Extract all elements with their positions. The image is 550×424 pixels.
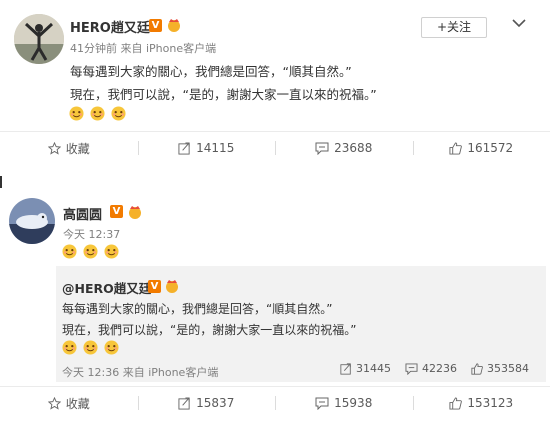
like-icon — [449, 141, 463, 155]
repost-button[interactable]: 15837 — [137, 387, 276, 419]
comment-button[interactable]: 23688 — [275, 132, 413, 164]
action-bar: 收藏 15837 15938 153123 — [0, 386, 550, 419]
repost-icon — [340, 362, 351, 375]
comment-icon — [315, 142, 329, 155]
favorite-label: 收藏 — [65, 396, 90, 411]
like-count: 161572 — [467, 141, 514, 155]
post-meta: 今天 12:37 — [63, 228, 121, 241]
avatar[interactable] — [9, 198, 55, 244]
favorite-button[interactable]: 收藏 — [0, 132, 138, 164]
emoji-face-icon — [83, 340, 98, 355]
quoted-post[interactable]: @HERO趙又廷 V 每每遇到大家的關心，我們總是回答，“順其自然。” 現在，我… — [56, 266, 546, 382]
star-icon — [47, 141, 61, 155]
emoji-row — [62, 340, 120, 359]
action-bar: 收藏 14115 23688 161572 — [0, 131, 550, 164]
emoji-face-icon — [104, 340, 119, 355]
quoted-text-line-2: 現在，我們可以說，“是的，謝謝大家一直以來的祝福。” — [62, 323, 357, 337]
chevron-down-icon[interactable] — [512, 18, 526, 28]
crown-icon — [166, 280, 178, 293]
crown-icon — [168, 19, 180, 32]
repost-icon — [178, 141, 190, 155]
like-button[interactable]: 161572 — [412, 132, 550, 164]
like-count: 153123 — [467, 396, 514, 410]
quoted-repost-count: 31445 — [356, 362, 391, 375]
post-card-1: HERO趙又廷 V 41分钟前 来自 iPhone客户端 +关注 每每遇到大家的… — [0, 0, 550, 168]
avatar-hero-icon — [14, 14, 64, 64]
quoted-repost-stat[interactable]: 31445 — [340, 362, 391, 375]
post-text-line-2: 現在，我們可以說，“是的，謝謝大家一直以來的祝福。” — [70, 87, 377, 102]
repost-button[interactable]: 14115 — [137, 132, 276, 164]
comment-icon — [315, 397, 329, 410]
favorite-label: 收藏 — [65, 141, 90, 156]
repost-count: 15837 — [196, 396, 235, 410]
comment-icon — [405, 362, 418, 375]
quoted-stats: 31445 42236 353584 — [340, 362, 529, 375]
author-name[interactable]: HERO趙又廷 — [70, 21, 150, 36]
emoji-row — [69, 106, 127, 125]
post-text-line-1: 每每遇到大家的關心，我們總是回答，“順其自然。” — [70, 64, 352, 79]
emoji-row — [62, 244, 120, 263]
verified-badge-icon: V — [148, 280, 161, 293]
quoted-like-stat[interactable]: 353584 — [471, 362, 529, 375]
verified-badge-icon: V — [149, 19, 162, 32]
crown-icon — [129, 206, 141, 219]
quoted-comment-stat[interactable]: 42236 — [405, 362, 457, 375]
like-icon — [471, 362, 483, 375]
author-name[interactable]: 高圆圆 — [63, 208, 102, 223]
like-icon — [449, 396, 463, 410]
star-icon — [47, 396, 61, 410]
post-card-2: 高圆圆 V 今天 12:37 @HERO趙又廷 V 每每遇到大家的關心，我們總是… — [0, 180, 550, 424]
quoted-author-name[interactable]: @HERO趙又廷 — [62, 281, 151, 296]
emoji-face-icon — [104, 244, 119, 259]
emoji-face-icon — [90, 106, 105, 121]
post-meta: 41分钟前 来自 iPhone客户端 — [70, 42, 217, 55]
comment-count: 23688 — [334, 141, 373, 155]
comment-button[interactable]: 15938 — [275, 387, 413, 419]
favorite-button[interactable]: 收藏 — [0, 387, 138, 419]
verified-badge-icon: V — [110, 205, 123, 218]
like-button[interactable]: 153123 — [412, 387, 550, 419]
repost-count: 14115 — [196, 141, 235, 155]
quoted-meta: 今天 12:36 来自 iPhone客户端 — [62, 366, 219, 379]
emoji-face-icon — [62, 340, 77, 355]
emoji-face-icon — [83, 244, 98, 259]
quoted-text-line-1: 每每遇到大家的關心，我們總是回答，“順其自然。” — [62, 302, 333, 316]
quoted-comment-count: 42236 — [422, 362, 457, 375]
comment-count: 15938 — [334, 396, 373, 410]
follow-button[interactable]: +关注 — [421, 17, 487, 38]
quoted-like-count: 353584 — [487, 362, 529, 375]
avatar[interactable] — [14, 14, 64, 64]
emoji-face-icon — [111, 106, 126, 121]
emoji-face-icon — [62, 244, 77, 259]
post-separator — [0, 164, 550, 180]
repost-icon — [178, 396, 190, 410]
emoji-face-icon — [69, 106, 84, 121]
avatar-gao-icon — [9, 198, 55, 244]
